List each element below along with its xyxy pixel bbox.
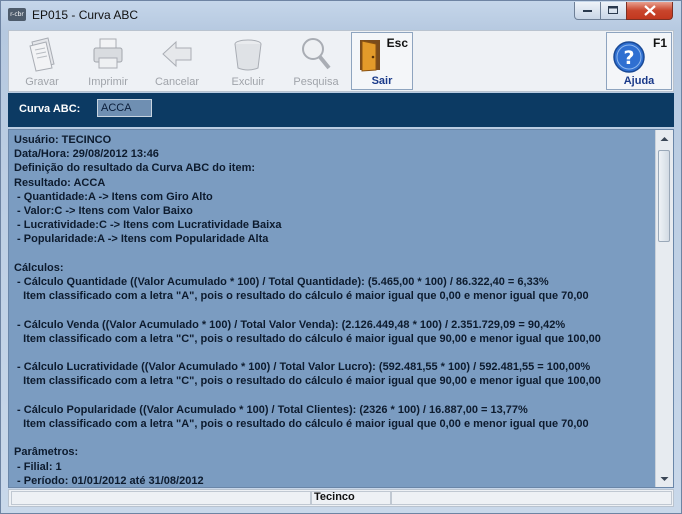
scroll-down-arrow[interactable]: [656, 470, 672, 487]
report-line: - Filial: 1: [14, 460, 62, 473]
close-button[interactable]: [626, 2, 673, 20]
gravar-button[interactable]: Gravar: [11, 32, 73, 90]
excluir-label: Excluir: [231, 76, 265, 88]
ajuda-label: Ajuda: [623, 75, 655, 87]
report-area[interactable]: Usuário: TECINCO Data/Hora: 29/08/2012 13…: [8, 129, 674, 488]
report-line: Item classificado com a letra "A", pois …: [14, 418, 589, 431]
vertical-scrollbar[interactable]: [655, 130, 673, 487]
report-line: Parâmetros:: [14, 446, 79, 459]
curva-abc-label: Curva ABC:: [19, 103, 81, 115]
report-line: Definição do resultado da Curva ABC do i…: [14, 162, 256, 175]
ajuda-shortcut: F1: [652, 36, 667, 50]
arrow-down-icon: [660, 476, 668, 481]
curva-abc-field[interactable]: ACCA: [97, 99, 152, 117]
maximize-icon: [608, 6, 618, 14]
curva-abc-header: Curva ABC: ACCA: [8, 93, 674, 127]
arrow-up-icon: [660, 136, 668, 141]
report-line: Usuário: TECINCO: [14, 134, 112, 146]
back-arrow-icon: [162, 40, 192, 68]
report-line: [14, 346, 654, 360]
sair-label: Sair: [371, 75, 393, 87]
maximize-button[interactable]: [600, 2, 627, 20]
window-title: EP015 - Curva ABC: [32, 8, 139, 22]
status-bar: Tecinco: [8, 489, 674, 507]
scroll-up-arrow[interactable]: [656, 130, 672, 147]
title-bar: r-cbr EP015 - Curva ABC: [1, 1, 681, 29]
main-window: r-cbr EP015 - Curva ABC Gravar Imprimir …: [0, 0, 682, 514]
report-line: - Período: 01/01/2012 até 31/08/2012: [14, 474, 204, 487]
report-line: - Cálculo Quantidade ((Valor Acumulado *…: [14, 276, 549, 289]
svg-text:?: ?: [623, 47, 634, 69]
report-line: Cálculos:: [14, 261, 64, 274]
app-icon: r-cbr: [8, 8, 26, 21]
status-user: Tecinco: [314, 491, 355, 503]
report-line: [14, 389, 654, 403]
imprimir-button[interactable]: Imprimir: [77, 32, 139, 90]
ajuda-button[interactable]: ? F1 Ajuda: [606, 32, 672, 90]
report-line: [14, 303, 654, 317]
toolbar: Gravar Imprimir Cancelar Excluir Pesquis…: [8, 30, 674, 92]
status-cell-right: [391, 491, 672, 505]
report-line: Item classificado com a letra "C", pois …: [14, 375, 601, 388]
trash-icon: [234, 39, 262, 71]
pesquisa-button[interactable]: Pesquisa: [285, 32, 347, 90]
status-cell-left: [11, 491, 311, 505]
magnifier-icon: [302, 38, 331, 70]
save-icon: [29, 37, 55, 72]
sair-button[interactable]: Esc Sair: [351, 32, 413, 90]
gravar-label: Gravar: [25, 76, 59, 88]
report-line: [14, 431, 654, 445]
imprimir-label: Imprimir: [88, 76, 128, 88]
sair-shortcut: Esc: [386, 36, 408, 50]
cancelar-label: Cancelar: [154, 76, 200, 88]
report-text: Usuário: TECINCO Data/Hora: 29/08/2012 13…: [14, 133, 654, 487]
report-line: - Lucratividade:C -> Itens com Lucrativi…: [14, 219, 282, 232]
report-line: - Cálculo Popularidade ((Valor Acumulado…: [14, 403, 528, 416]
report-line: Resultado: ACCA: [14, 176, 106, 189]
cancelar-button[interactable]: Cancelar: [146, 32, 208, 90]
report-line: Item classificado com a letra "C", pois …: [14, 332, 601, 345]
report-line: [14, 247, 654, 261]
report-line: - Quantidade:A -> Itens com Giro Alto: [14, 190, 213, 203]
report-line: - Popularidade:A -> Itens com Popularida…: [14, 233, 269, 246]
scroll-thumb[interactable]: [658, 150, 670, 242]
report-line: Data/Hora: 29/08/2012 13:46: [14, 148, 159, 161]
excluir-button[interactable]: Excluir: [217, 32, 279, 90]
printer-icon: [93, 38, 123, 69]
report-line: - Valor:C -> Itens com Valor Baixo: [14, 205, 193, 218]
pesquisa-label: Pesquisa: [293, 76, 339, 88]
report-line: Item classificado com a letra "A", pois …: [14, 290, 589, 303]
help-icon: ?: [613, 41, 645, 73]
door-icon: [360, 40, 380, 72]
report-line: - Cálculo Venda ((Valor Acumulado * 100)…: [14, 318, 566, 331]
minimize-button[interactable]: [574, 2, 601, 20]
minimize-icon: [582, 9, 592, 12]
close-icon: [643, 5, 656, 16]
report-line: - Cálculo Lucratividade ((Valor Acumulad…: [14, 361, 591, 374]
